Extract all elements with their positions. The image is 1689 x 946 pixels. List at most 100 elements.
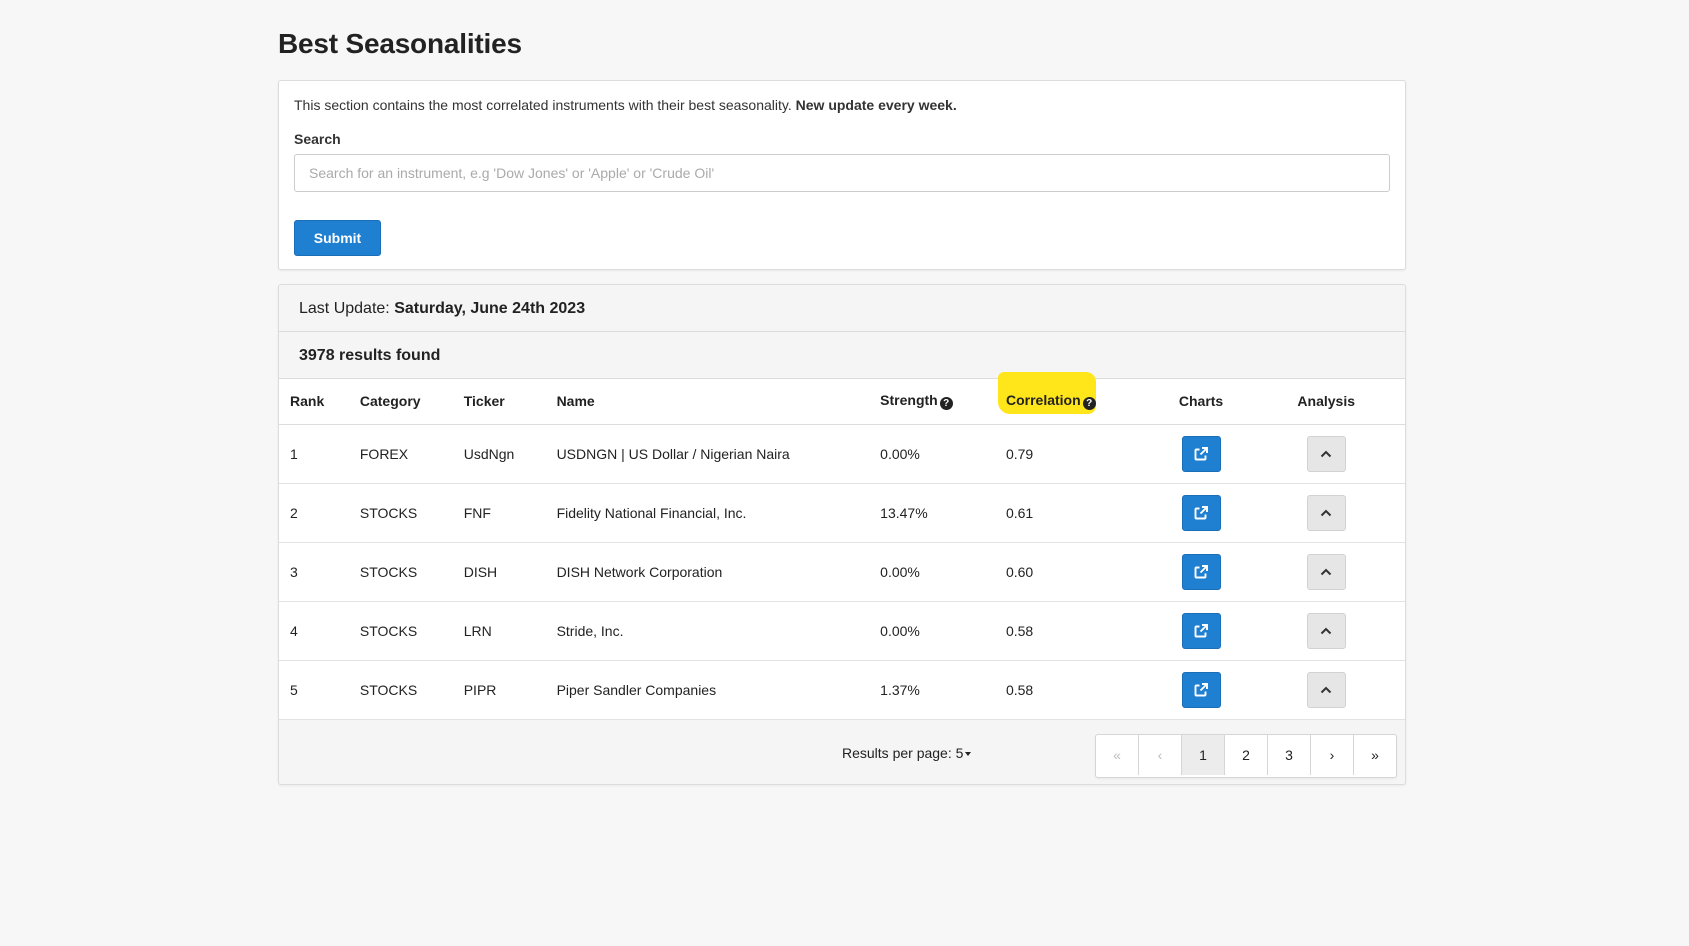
pagination-bar: Results per page: 5 « ‹ 1 2 3 › » bbox=[279, 722, 1405, 784]
chevron-up-icon bbox=[1321, 568, 1332, 575]
cell-analysis bbox=[1247, 542, 1405, 602]
question-circle-icon[interactable]: ? bbox=[939, 397, 953, 411]
cell-ticker: PIPR bbox=[452, 660, 546, 720]
column-header-ticker[interactable]: Ticker bbox=[452, 379, 546, 425]
cell-category: STOCKS bbox=[348, 542, 453, 602]
toggle-analysis-button[interactable] bbox=[1306, 612, 1346, 649]
page-title: Best Seasonalities bbox=[278, 28, 522, 59]
cell-analysis bbox=[1247, 601, 1405, 661]
last-update-label: Last Update: bbox=[299, 300, 390, 317]
page-button-3[interactable]: 3 bbox=[1267, 735, 1310, 775]
cell-strength: 0.00% bbox=[869, 542, 995, 602]
last-update-bar: Last Update: Saturday, June 24th 2023 bbox=[279, 285, 1405, 332]
cell-ticker: LRN bbox=[452, 601, 546, 661]
page-button-2[interactable]: 2 bbox=[1224, 735, 1267, 775]
search-card: This section contains the most correlate… bbox=[278, 80, 1406, 270]
cell-rank: 1 bbox=[279, 424, 349, 484]
cell-charts bbox=[1154, 483, 1248, 543]
caret-down-icon bbox=[965, 752, 972, 756]
cell-rank: 5 bbox=[279, 660, 349, 720]
open-chart-button[interactable] bbox=[1181, 435, 1221, 472]
search-input[interactable] bbox=[294, 154, 1390, 192]
open-chart-button[interactable] bbox=[1181, 612, 1221, 649]
strength-header-label: Strength bbox=[880, 392, 938, 409]
cell-rank: 3 bbox=[279, 542, 349, 602]
cell-analysis bbox=[1247, 660, 1405, 720]
cell-strength: 13.47% bbox=[869, 483, 995, 543]
last-update-value: Saturday, June 24th 2023 bbox=[394, 300, 586, 317]
cell-name: DISH Network Corporation bbox=[545, 542, 870, 602]
table-header-row: Rank Category Ticker Name Strength? Corr… bbox=[279, 372, 1405, 425]
column-header-category[interactable]: Category bbox=[348, 379, 453, 425]
cell-analysis bbox=[1247, 483, 1405, 543]
per-page-label: Results per page: bbox=[842, 745, 952, 761]
cell-correlation: 0.58 bbox=[994, 601, 1155, 661]
toggle-analysis-button[interactable] bbox=[1306, 553, 1346, 590]
per-page-value: 5 bbox=[955, 745, 964, 761]
cell-charts bbox=[1154, 424, 1248, 484]
cell-charts bbox=[1154, 601, 1248, 661]
chevron-up-icon bbox=[1321, 627, 1332, 634]
cell-strength: 0.00% bbox=[869, 601, 995, 661]
search-label: Search bbox=[294, 131, 341, 147]
cell-category: STOCKS bbox=[348, 601, 453, 661]
cell-category: STOCKS bbox=[348, 660, 453, 720]
column-header-charts: Charts bbox=[1154, 379, 1248, 425]
cell-correlation: 0.61 bbox=[994, 483, 1155, 543]
cell-name: USDNGN | US Dollar / Nigerian Naira bbox=[545, 424, 870, 484]
previous-page-button[interactable]: ‹ bbox=[1138, 735, 1181, 775]
table-row: 1 FOREX UsdNgn USDNGN | US Dollar / Nigeria… bbox=[279, 424, 1405, 484]
first-page-button[interactable]: « bbox=[1096, 735, 1138, 775]
open-chart-button[interactable] bbox=[1181, 494, 1221, 531]
next-page-button[interactable]: › bbox=[1310, 735, 1353, 775]
correlation-header-label: Correlation bbox=[1005, 392, 1081, 409]
toggle-analysis-button[interactable] bbox=[1306, 494, 1346, 531]
pagination: « ‹ 1 2 3 › » bbox=[1095, 734, 1397, 778]
column-header-correlation[interactable]: Correlation? bbox=[994, 372, 1155, 425]
table-row: 2 STOCKS FNF Fidelity National Financial, I… bbox=[279, 483, 1405, 543]
cell-name: Stride, Inc. bbox=[545, 601, 870, 661]
external-link-icon bbox=[1194, 623, 1208, 637]
results-count: 3978 results found bbox=[279, 332, 1405, 379]
submit-button[interactable]: Submit bbox=[294, 220, 381, 256]
page: Best Seasonalities This section contains… bbox=[0, 0, 1689, 946]
open-chart-button[interactable] bbox=[1181, 553, 1221, 590]
results-per-page-dropdown[interactable]: Results per page: 5 bbox=[842, 745, 972, 761]
cell-charts bbox=[1154, 660, 1248, 720]
results-card: Last Update: Saturday, June 24th 2023 39… bbox=[278, 284, 1406, 785]
page-button-1[interactable]: 1 bbox=[1181, 735, 1224, 775]
cell-ticker: FNF bbox=[452, 483, 546, 543]
chevron-up-icon bbox=[1321, 450, 1332, 457]
chevron-up-icon bbox=[1321, 509, 1332, 516]
cell-category: STOCKS bbox=[348, 483, 453, 543]
intro-text: This section contains the most correlate… bbox=[294, 97, 957, 113]
table-row: 3 STOCKS DISH DISH Network Corporation 0.00%… bbox=[279, 542, 1405, 602]
external-link-icon bbox=[1194, 446, 1208, 460]
cell-correlation: 0.60 bbox=[994, 542, 1155, 602]
cell-ticker: UsdNgn bbox=[452, 424, 546, 484]
table-row: 4 STOCKS LRN Stride, Inc. 0.00% 0.58 bbox=[279, 601, 1405, 661]
table-row: 5 STOCKS PIPR Piper Sandler Companies 1.37% 0… bbox=[279, 660, 1405, 720]
cell-strength: 0.00% bbox=[869, 424, 995, 484]
cell-correlation: 0.79 bbox=[994, 424, 1155, 484]
highlight-marker: Correlation? bbox=[997, 372, 1096, 415]
question-circle-icon[interactable]: ? bbox=[1082, 397, 1096, 411]
cell-name: Piper Sandler Companies bbox=[545, 660, 870, 720]
toggle-analysis-button[interactable] bbox=[1306, 435, 1346, 472]
cell-strength: 1.37% bbox=[869, 660, 995, 720]
external-link-icon bbox=[1194, 682, 1208, 696]
column-header-name[interactable]: Name bbox=[545, 379, 870, 425]
results-table-wrapper: Rank Category Ticker Name Strength? Corr… bbox=[279, 372, 1405, 720]
cell-analysis bbox=[1247, 424, 1405, 484]
open-chart-button[interactable] bbox=[1181, 671, 1221, 708]
table-body: 1 FOREX UsdNgn USDNGN | US Dollar / Nigeria… bbox=[279, 424, 1405, 720]
last-page-button[interactable]: » bbox=[1353, 735, 1396, 775]
cell-correlation: 0.58 bbox=[994, 660, 1155, 720]
column-header-rank[interactable]: Rank bbox=[279, 379, 349, 425]
cell-category: FOREX bbox=[348, 424, 453, 484]
column-header-strength[interactable]: Strength? bbox=[869, 379, 995, 425]
external-link-icon bbox=[1194, 564, 1208, 578]
toggle-analysis-button[interactable] bbox=[1306, 671, 1346, 708]
cell-ticker: DISH bbox=[452, 542, 546, 602]
chevron-up-icon bbox=[1321, 686, 1332, 693]
